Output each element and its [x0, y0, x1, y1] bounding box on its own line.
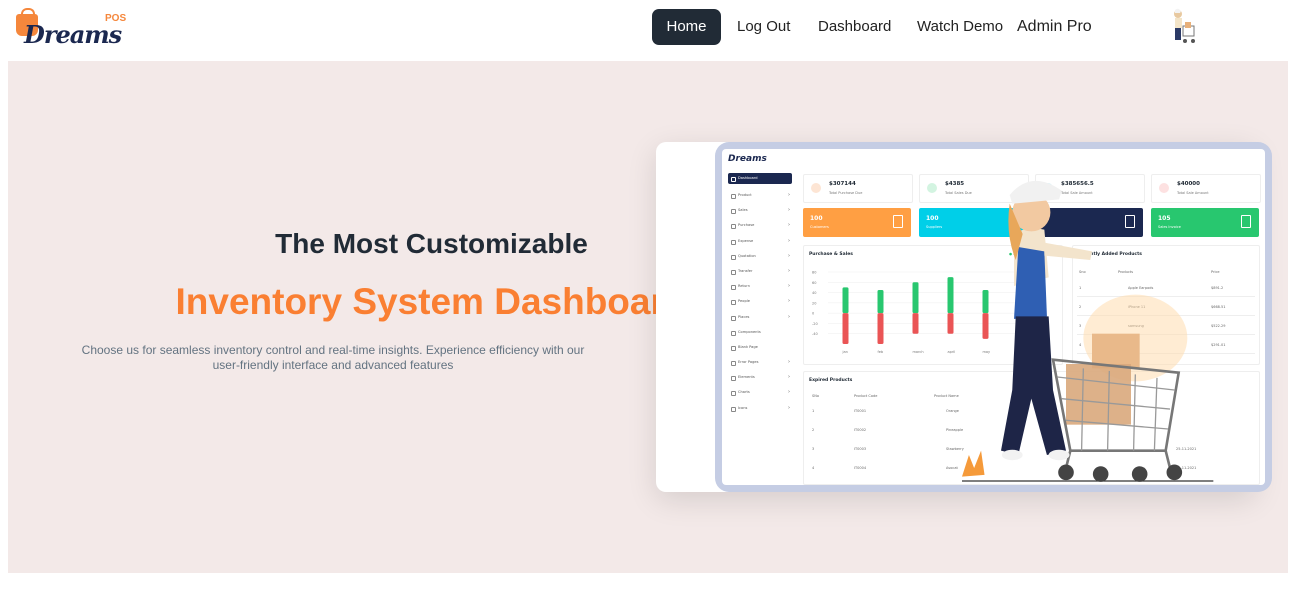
preview-sidebar-item[interactable]: Dashboard — [728, 173, 792, 184]
customers-icon — [893, 215, 903, 228]
table-cell: IT0003 — [854, 447, 867, 451]
bar-purchase — [947, 313, 954, 334]
chevron-right-icon: › — [788, 404, 790, 411]
preview-sidebar-item[interactable]: Blank Page — [728, 340, 792, 355]
counter-label: Suppliers — [926, 225, 943, 229]
logo-text: Dreams — [24, 20, 122, 49]
bar-purchase — [877, 313, 884, 344]
preview-logo: Dreams — [728, 154, 767, 164]
table-cell: IT0001 — [854, 409, 867, 413]
y-tick-label: 0 — [812, 312, 814, 316]
x-tick-label: april — [948, 350, 956, 354]
user-avatar-icon[interactable] — [1166, 8, 1196, 46]
card-title: Purchase & Sales — [809, 252, 853, 257]
preview-sidebar-item[interactable]: Return › — [728, 279, 792, 294]
nav-admin-pro[interactable]: Admin Pro — [1017, 9, 1092, 45]
counter-card: 100 Customers — [803, 208, 911, 237]
stat-icon — [811, 183, 821, 193]
table-cell: Orange — [946, 409, 959, 413]
y-tick-label: -20 — [812, 322, 818, 326]
nav-watch-demo[interactable]: Watch Demo — [917, 9, 1003, 45]
card-title: Expired Products — [809, 378, 853, 383]
preview-sidebar-item[interactable]: Error Pages › — [728, 355, 792, 370]
table-header: SNo — [812, 394, 819, 398]
bar-purchase — [912, 313, 919, 334]
preview-sidebar-item[interactable]: Purchase › — [728, 218, 792, 233]
table-cell: IT0002 — [854, 428, 867, 432]
y-tick-label: 60 — [812, 281, 816, 285]
bar-sales — [912, 282, 919, 314]
y-tick-label: 20 — [812, 301, 816, 305]
y-tick-label: 40 — [812, 291, 816, 295]
hero-section: The Most Customizable Inventory System D… — [8, 61, 1288, 573]
bar-sales — [877, 290, 884, 314]
preview-sidebar-item[interactable]: Icons › — [728, 401, 792, 416]
preview-sidebar: Dashboard Product › Sales › Purchase › Expense ›… — [728, 173, 792, 416]
table-cell: 2 — [812, 428, 815, 432]
table-cell: 4 — [812, 466, 815, 470]
dreams-pos-logo[interactable]: Dreams POS — [16, 8, 131, 49]
table-cell: 3 — [812, 447, 815, 451]
chevron-right-icon: › — [788, 283, 790, 290]
stat-icon — [927, 183, 937, 193]
x-tick-label: feb — [878, 350, 884, 354]
bar-sales — [842, 287, 849, 314]
table-header: Product Name — [934, 394, 959, 398]
woman-with-cart-illustration — [962, 180, 1214, 482]
bar-purchase — [842, 313, 849, 344]
preview-sidebar-item[interactable]: Transfer › — [728, 264, 792, 279]
bar-sales — [947, 277, 954, 314]
table-cell: Pineapple — [946, 428, 964, 432]
chevron-right-icon: › — [788, 374, 790, 381]
counter-label: Customers — [810, 225, 829, 229]
chevron-right-icon: › — [788, 237, 790, 244]
chevron-right-icon: › — [788, 222, 790, 229]
preview-logo-text: Dreams — [728, 154, 767, 164]
chevron-right-icon: › — [788, 313, 790, 320]
nav-dashboard[interactable]: Dashboard — [818, 9, 891, 45]
preview-sidebar-item[interactable]: Quotation › — [728, 249, 792, 264]
x-tick-label: jan — [842, 350, 848, 354]
preview-sidebar-item[interactable]: People › — [728, 294, 792, 309]
top-navbar: Dreams POS Home Log Out Dashboard Watch … — [0, 0, 1305, 60]
preview-sidebar-item[interactable]: Places › — [728, 310, 792, 325]
stat-card: $307144 Total Purchase Due — [803, 174, 913, 203]
table-cell: IT0004 — [854, 466, 867, 470]
chevron-right-icon: › — [788, 298, 790, 305]
hero-description: Choose us for seamless inventory control… — [81, 343, 585, 372]
counter-value: 100 — [810, 215, 823, 222]
chevron-right-icon: › — [788, 389, 790, 396]
chevron-right-icon: › — [788, 359, 790, 366]
chevron-right-icon: › — [788, 252, 790, 259]
preview-sidebar-item[interactable]: Elements › — [728, 370, 792, 385]
nav-logout[interactable]: Log Out — [737, 9, 790, 45]
preview-sidebar-item[interactable]: Expense › — [728, 234, 792, 249]
y-tick-label: -40 — [812, 332, 818, 336]
chevron-right-icon: › — [788, 207, 790, 214]
logo-badge: POS — [105, 13, 127, 24]
preview-sidebar-item[interactable]: Components — [728, 325, 792, 340]
nav-home[interactable]: Home — [652, 9, 721, 45]
x-tick-label: march — [913, 350, 924, 354]
invoice-icon — [1241, 215, 1251, 228]
chevron-right-icon: › — [788, 192, 790, 198]
stat-value: $307144 — [829, 181, 856, 187]
preview-sidebar-item[interactable]: Product › — [728, 188, 792, 203]
chevron-right-icon: › — [788, 267, 790, 274]
counter-value: 100 — [926, 215, 939, 222]
stat-label: Total Purchase Due — [829, 191, 863, 195]
table-cell: Avocat — [946, 466, 958, 470]
table-header: Product Code — [854, 394, 878, 398]
preview-sidebar-item[interactable]: Charts › — [728, 385, 792, 400]
table-cell: 1 — [812, 409, 815, 413]
preview-sidebar-item[interactable]: Sales › — [728, 203, 792, 218]
y-tick-label: 80 — [812, 271, 816, 275]
